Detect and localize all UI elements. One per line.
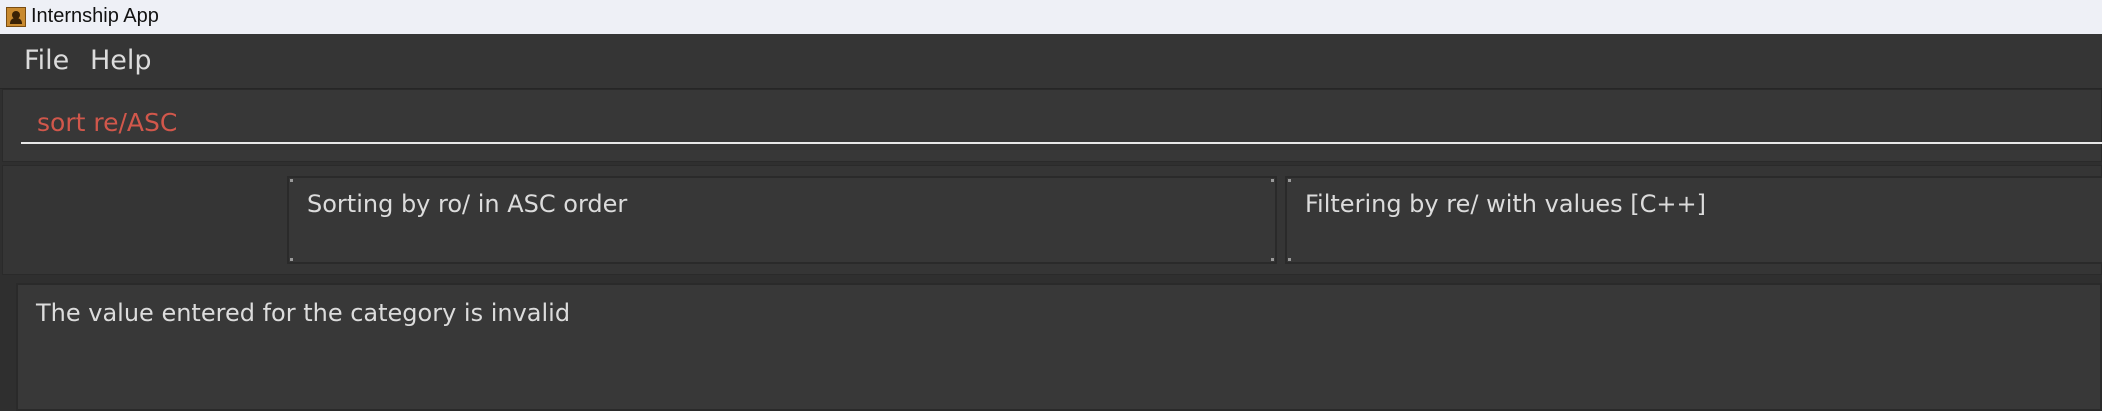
result-display: The value entered for the category is in… bbox=[16, 283, 2102, 411]
menu-help[interactable]: Help bbox=[90, 45, 152, 76]
menu-file[interactable]: File bbox=[24, 45, 69, 76]
filter-status-text: Filtering by re/ with values [C++] bbox=[1305, 190, 1707, 218]
panel-corner bbox=[290, 258, 293, 261]
sort-status-panel: Sorting by ro/ in ASC order bbox=[287, 176, 1277, 264]
panel-corner bbox=[290, 179, 293, 182]
filter-status-panel: Filtering by re/ with values [C++] bbox=[1285, 176, 2102, 264]
panel-corner bbox=[1271, 258, 1274, 261]
window-title: Internship App bbox=[31, 5, 159, 27]
command-box bbox=[2, 89, 2102, 162]
app-icon-figure-body bbox=[10, 18, 22, 24]
menu-bar: File Help bbox=[0, 34, 2102, 89]
sort-status-text: Sorting by ro/ in ASC order bbox=[307, 190, 628, 218]
panel-corner bbox=[1288, 179, 1291, 182]
window-titlebar: Internship App bbox=[0, 0, 2102, 34]
result-message: The value entered for the category is in… bbox=[36, 299, 571, 327]
app-icon bbox=[6, 7, 26, 27]
panel-corner bbox=[1271, 179, 1274, 182]
status-row: Sorting by ro/ in ASC order Filtering by… bbox=[2, 165, 2102, 275]
panel-corner bbox=[1288, 258, 1291, 261]
command-input[interactable] bbox=[21, 102, 2102, 144]
